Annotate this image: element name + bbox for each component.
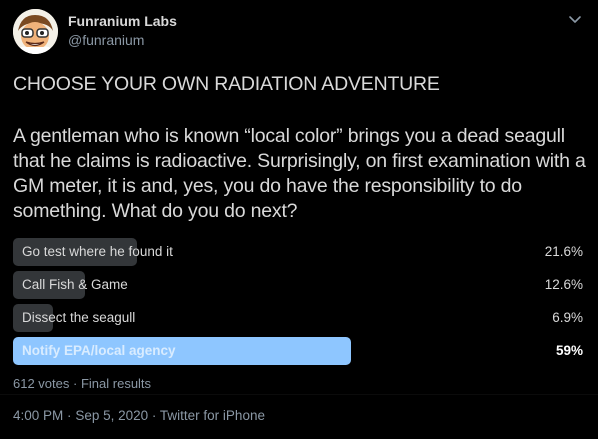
poll: Go test where he found it 21.6% Call Fis… — [13, 238, 586, 370]
separator-dot: · — [73, 376, 78, 391]
poll-option-label: Notify EPA/local agency — [22, 343, 176, 358]
poll-option-percent: 21.6% — [544, 244, 583, 259]
divider — [0, 394, 598, 395]
poll-meta: 612 votes · Final results — [13, 376, 151, 391]
poll-option-label: Dissect the seagull — [22, 310, 136, 325]
tweet-body: A gentleman who is known “local color” b… — [13, 125, 586, 222]
poll-status: Final results — [80, 376, 152, 391]
poll-option-label: Go test where he found it — [22, 244, 173, 259]
tweet-time[interactable]: 4:00 PM — [13, 408, 63, 423]
tweet-source[interactable]: Twitter for iPhone — [160, 408, 265, 423]
avatar[interactable] — [13, 9, 58, 54]
poll-option-percent: 59% — [555, 343, 583, 358]
tweet-title: CHOOSE YOUR OWN RADIATION ADVENTURE — [13, 73, 440, 95]
poll-option-percent: 12.6% — [544, 277, 583, 292]
poll-option-winner: Notify EPA/local agency 59% — [13, 337, 586, 365]
poll-option-percent: 6.9% — [552, 310, 583, 325]
poll-option: Dissect the seagull 6.9% — [13, 304, 586, 332]
tweet-date[interactable]: Sep 5, 2020 — [75, 408, 148, 423]
poll-votes: 612 votes — [13, 376, 70, 391]
author-handle[interactable]: @funranium — [68, 32, 144, 48]
chevron-down-icon[interactable] — [566, 10, 584, 28]
separator-dot: · — [151, 408, 157, 423]
poll-option: Call Fish & Game 12.6% — [13, 271, 586, 299]
tweet-card: Funranium Labs @funranium CHOOSE YOUR OW… — [0, 0, 598, 439]
poll-option: Go test where he found it 21.6% — [13, 238, 586, 266]
cartoon-scientist-avatar-icon — [13, 9, 58, 54]
author-name[interactable]: Funranium Labs — [68, 13, 177, 29]
poll-option-label: Call Fish & Game — [22, 277, 128, 292]
timestamp: 4:00 PM · Sep 5, 2020 · Twitter for iPho… — [13, 408, 265, 423]
separator-dot: · — [67, 408, 72, 423]
